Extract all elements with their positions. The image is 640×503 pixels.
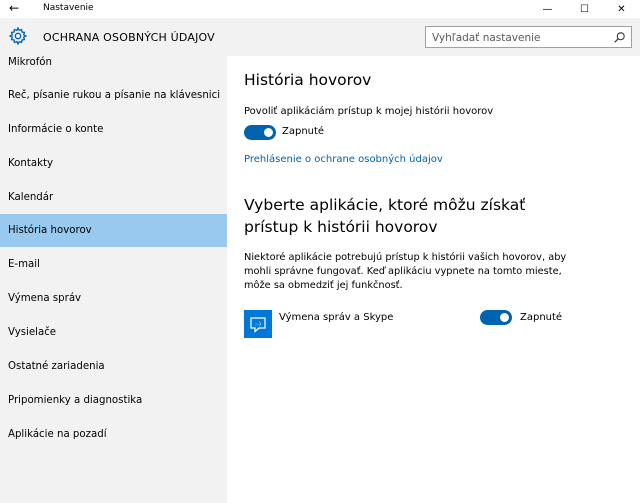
sidebar-item-aplikacie-na-pozadi[interactable]: Aplikácie na pozadí: [0, 418, 227, 451]
allow-access-toggle[interactable]: [244, 125, 276, 140]
toggle-knob: [500, 313, 509, 322]
window-title: Nastavenie: [43, 3, 94, 13]
sidebar-item-informacie-o-konte[interactable]: Informácie o konte: [0, 113, 227, 146]
sidebar-item-pripomienky[interactable]: Pripomienky a diagnostika: [0, 384, 227, 417]
settings-header: OCHRANA OSOBNÝCH ÚDAJOV: [0, 18, 640, 56]
maximize-button[interactable]: ☐: [566, 0, 603, 18]
toggle-knob: [264, 128, 273, 137]
back-arrow-icon[interactable]: ←: [9, 1, 19, 15]
sidebar-nav: Mikrofón Reč, písanie rukou a písanie na…: [0, 56, 227, 503]
search-input[interactable]: [432, 30, 607, 45]
search-box[interactable]: [425, 26, 632, 48]
sidebar-item-historia-hovorov[interactable]: História hovorov: [0, 214, 227, 247]
apps-description: Niektoré aplikácie potrebujú prístup k h…: [244, 252, 567, 291]
allow-access-toggle-state: Zapnuté: [282, 126, 325, 137]
sidebar-item-vymena-sprav[interactable]: Výmena správ: [0, 282, 227, 315]
sidebar-item-mikrofon[interactable]: Mikrofón: [0, 56, 227, 79]
sidebar-item-rec-pisanie[interactable]: Reč, písanie rukou a písanie na klávesni…: [0, 79, 227, 112]
close-button[interactable]: ✕: [603, 0, 640, 18]
title-bar: ← Nastavenie — ☐ ✕: [0, 0, 640, 18]
messaging-skype-toggle-state: Zapnuté: [520, 312, 563, 323]
allow-access-label: Povoliť aplikáciám prístup k mojej histó…: [244, 106, 494, 117]
sidebar-item-email[interactable]: E-mail: [0, 248, 227, 281]
gear-icon: [8, 26, 28, 46]
sidebar-item-vysielace[interactable]: Vysielače: [0, 316, 227, 349]
privacy-statement-link[interactable]: Prehlásenie o ochrane osobných údajov: [244, 154, 443, 165]
page-section-title: OCHRANA OSOBNÝCH ÚDAJOV: [43, 31, 215, 44]
sidebar-item-kalendar[interactable]: Kalendár: [0, 181, 227, 214]
window-controls: — ☐ ✕: [529, 0, 640, 18]
minimize-button[interactable]: —: [529, 0, 566, 18]
main-content: História hovorov Povoliť aplikáciám prís…: [227, 56, 640, 503]
svg-text::-): :-): [255, 322, 261, 328]
messaging-skype-icon: :-): [244, 310, 272, 338]
messaging-skype-toggle[interactable]: [480, 310, 512, 325]
sidebar-item-ostatne-zariadenia[interactable]: Ostatné zariadenia: [0, 350, 227, 383]
search-icon[interactable]: [613, 31, 626, 44]
sidebar-item-kontakty[interactable]: Kontakty: [0, 147, 227, 180]
choose-apps-heading: Vyberte aplikácie, ktoré môžu získať prí…: [244, 196, 526, 236]
app-name-messaging-skype: Výmena správ a Skype: [279, 312, 394, 323]
page-title: História hovorov: [244, 71, 372, 89]
